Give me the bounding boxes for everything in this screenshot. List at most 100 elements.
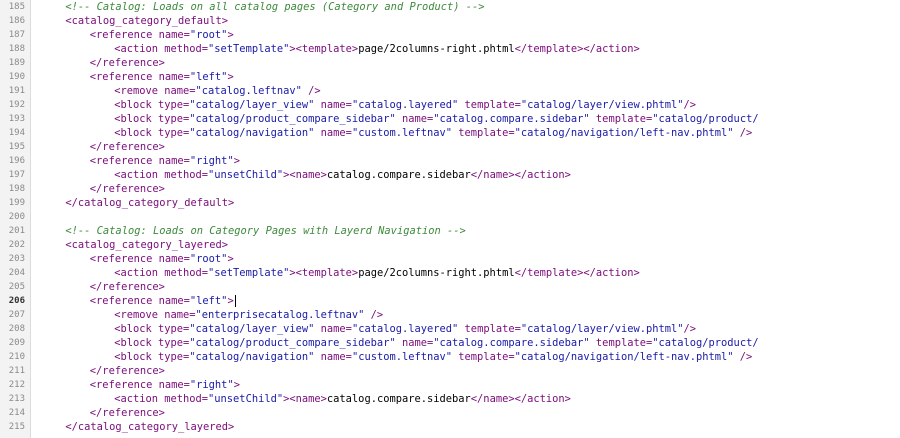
line-code: <reference name="root">	[41, 252, 234, 266]
line-code: <!-- Catalog: Loads on Category Pages wi…	[41, 224, 465, 238]
line-code: <reference name="right">	[41, 378, 240, 392]
line-code: <block type="catalog/layer_view" name="c…	[41, 322, 696, 336]
code-line[interactable]: 212 <reference name="right">	[0, 378, 900, 392]
code-string: "unsetChild"	[208, 169, 284, 181]
code-token: template=	[458, 323, 521, 335]
code-string: "custom.leftnav"	[351, 127, 453, 139]
code-token: ><template>	[289, 43, 359, 55]
code-token: method=	[164, 393, 209, 405]
code-string: "catalog/product/	[652, 113, 759, 125]
code-line[interactable]: 214 </reference>	[0, 406, 900, 420]
code-token: <action	[114, 43, 165, 55]
code-line[interactable]: 185 <!-- Catalog: Loads on all catalog pa…	[0, 0, 900, 14]
code-string: "right"	[189, 379, 234, 391]
code-line[interactable]: 197 <action method="unsetChild"><name>cat…	[0, 168, 900, 182]
code-token: name=	[158, 155, 190, 167]
code-string: "setTemplate"	[208, 43, 290, 55]
line-number: 213	[8, 394, 25, 404]
line-code: <catalog_category_layered>	[41, 238, 228, 252]
code-line[interactable]: 215 </catalog_category_layered>	[0, 420, 900, 434]
code-token: />	[683, 323, 697, 335]
code-line[interactable]: 213 <action method="unsetChild"><name>cat…	[0, 392, 900, 406]
code-string: "catalog/product/	[652, 337, 759, 349]
code-token: <remove	[114, 309, 165, 321]
code-token: </template></action>	[514, 267, 640, 279]
code-token: template=	[589, 337, 653, 349]
code-line[interactable]: 194 <block type="catalog/navigation" name…	[0, 126, 900, 140]
line-number: 199	[8, 198, 25, 208]
line-number: 206	[8, 296, 25, 306]
code-token: ><name>	[283, 169, 327, 181]
line-number: 191	[8, 86, 25, 96]
code-line[interactable]: 210 <block type="catalog/navigation" name…	[0, 350, 900, 364]
code-token: template=	[589, 113, 653, 125]
line-code: <catalog_category_default>	[41, 14, 228, 28]
code-line[interactable]: 193 <block type="catalog/product_compare_…	[0, 112, 900, 126]
code-line[interactable]: 207 <remove name="enterprisecatalog.leftn…	[0, 308, 900, 322]
line-code: </reference>	[41, 56, 165, 70]
code-token: </reference>	[89, 281, 165, 293]
code-line[interactable]: 195 </reference>	[0, 140, 900, 154]
line-number: 204	[8, 268, 25, 278]
code-line[interactable]: 204 <action method="setTemplate"><templat…	[0, 266, 900, 280]
code-token: >	[227, 29, 234, 41]
code-token: >	[227, 253, 234, 265]
code-token: name=	[395, 113, 434, 125]
code-line[interactable]: 188 <action method="setTemplate"><templat…	[0, 42, 900, 56]
line-code: <reference name="root">	[41, 28, 234, 42]
code-line[interactable]: 196 <reference name="right">	[0, 154, 900, 168]
line-number: 210	[8, 352, 25, 362]
code-token: </template></action>	[514, 43, 640, 55]
code-string: "catalog/product_compare_sidebar"	[189, 337, 396, 349]
line-code: <block type="catalog/layer_view" name="c…	[41, 98, 696, 112]
code-line[interactable]: 191 <remove name="catalog.leftnav" />	[0, 84, 900, 98]
code-token: name=	[314, 127, 352, 139]
code-line[interactable]: 203 <reference name="root">	[0, 252, 900, 266]
line-code: </reference>	[41, 182, 165, 196]
code-editor[interactable]: 185 <!-- Catalog: Loads on all catalog pa…	[0, 0, 900, 438]
line-number: 202	[8, 240, 25, 250]
line-number: 187	[8, 30, 25, 40]
code-line[interactable]: 198 </reference>	[0, 182, 900, 196]
code-string: "right"	[189, 155, 234, 167]
code-token: <block	[114, 351, 158, 363]
code-token: </name></action>	[470, 169, 571, 181]
code-token: name=	[314, 323, 352, 335]
code-string: "catalog/product_compare_sidebar"	[189, 113, 396, 125]
code-line[interactable]: 187 <reference name="root">	[0, 28, 900, 42]
code-line[interactable]: 192 <block type="catalog/layer_view" name…	[0, 98, 900, 112]
line-number: 190	[8, 72, 25, 82]
line-number: 196	[8, 156, 25, 166]
code-string: "catalog/navigation/left-nav.phtml"	[514, 351, 734, 363]
code-line[interactable]: 199 </catalog_category_default>	[0, 196, 900, 210]
code-token: template=	[452, 351, 515, 363]
code-lines[interactable]: 185 <!-- Catalog: Loads on all catalog pa…	[0, 0, 900, 434]
code-string: "catalog/navigation/left-nav.phtml"	[514, 127, 734, 139]
code-token: <block	[114, 337, 158, 349]
code-token: <catalog_category_default>	[65, 15, 229, 27]
code-line[interactable]: 208 <block type="catalog/layer_view" name…	[0, 322, 900, 336]
code-line[interactable]: 205 </reference>	[0, 280, 900, 294]
code-line[interactable]: 209 <block type="catalog/product_compare_…	[0, 336, 900, 350]
code-string: "catalog.leftnav"	[195, 85, 302, 97]
line-code: <block type="catalog/product_compare_sid…	[41, 112, 759, 126]
code-token: type=	[157, 127, 190, 139]
code-token: method=	[164, 267, 209, 279]
code-line[interactable]: 200	[0, 210, 900, 224]
code-line[interactable]: 189 </reference>	[0, 56, 900, 70]
code-line[interactable]: 211 </reference>	[0, 364, 900, 378]
line-number: 200	[8, 212, 25, 222]
line-code: <reference name="right">	[41, 154, 240, 168]
code-line[interactable]: 206 <reference name="left">	[0, 294, 900, 308]
line-number: 207	[8, 310, 25, 320]
line-code: </catalog_category_default>	[41, 196, 234, 210]
code-string: "catalog/navigation"	[189, 127, 315, 139]
code-token: <action	[114, 267, 165, 279]
code-string: "catalog.compare.sidebar"	[433, 113, 590, 125]
code-line[interactable]: 186 <catalog_category_default>	[0, 14, 900, 28]
code-line[interactable]: 202 <catalog_category_layered>	[0, 238, 900, 252]
code-token: <reference	[89, 253, 159, 265]
code-line[interactable]: 201 <!-- Catalog: Loads on Category Pages…	[0, 224, 900, 238]
code-line[interactable]: 190 <reference name="left">	[0, 70, 900, 84]
line-code: <block type="catalog/navigation" name="c…	[41, 350, 752, 364]
